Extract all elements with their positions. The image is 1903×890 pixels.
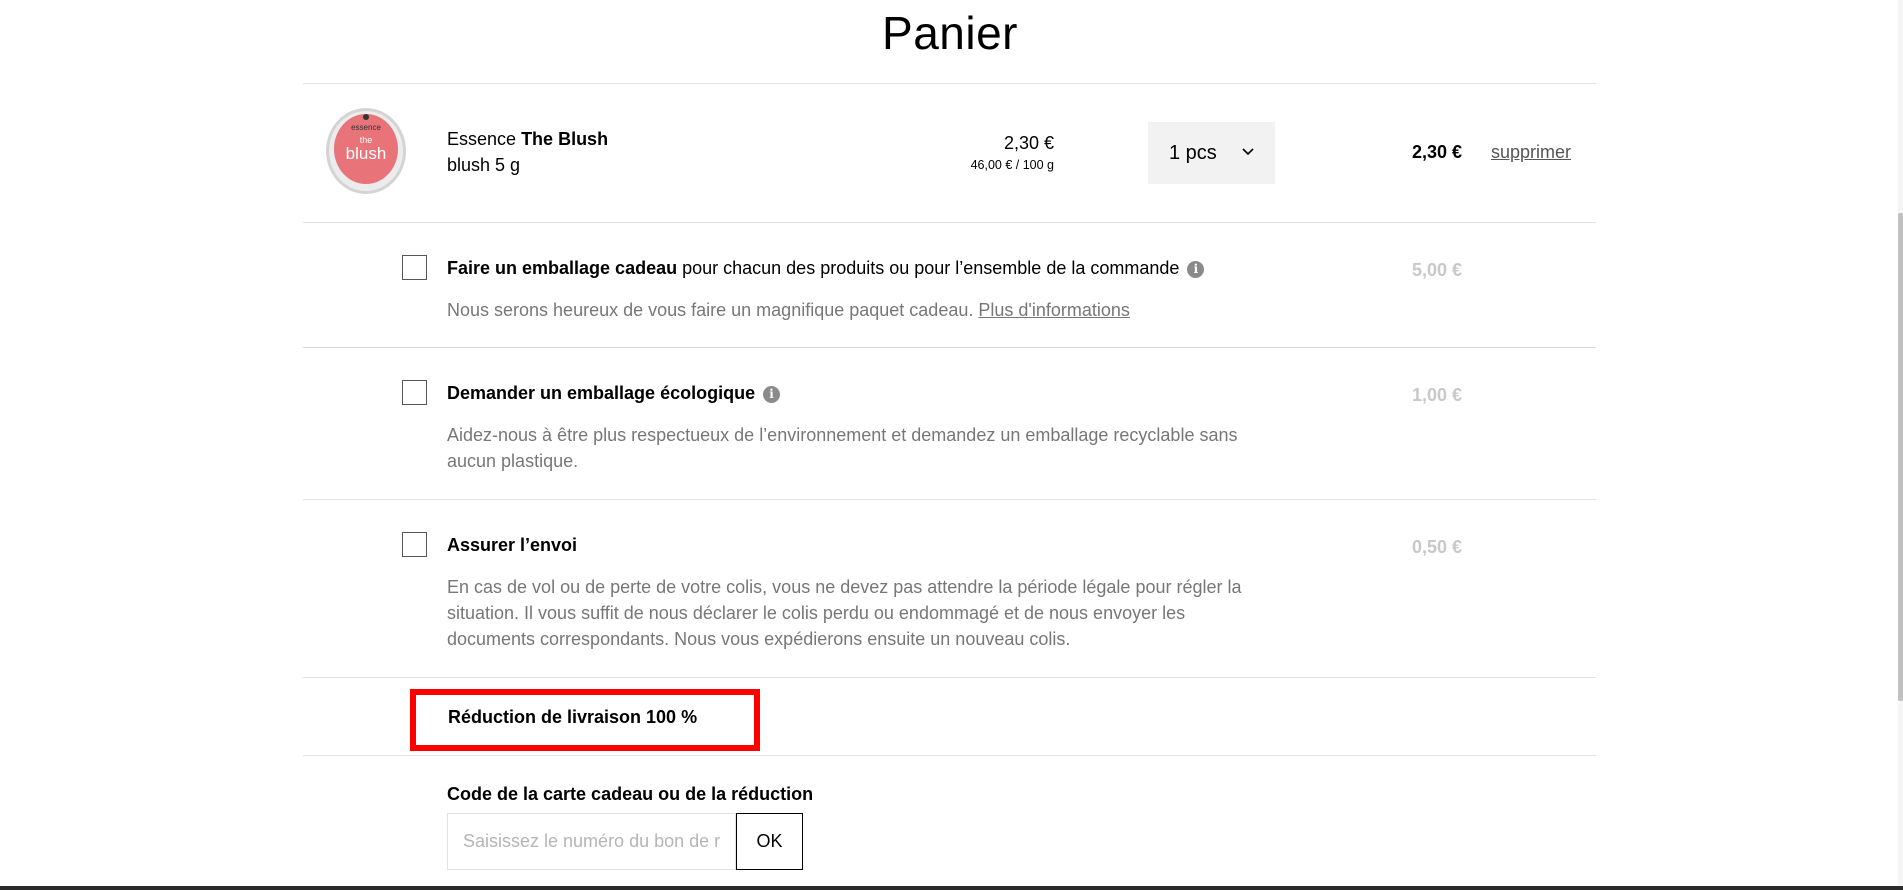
shipping-discount-text: Réduction de livraison 100 % [448, 707, 698, 727]
product-name[interactable]: Essence The Blush [447, 129, 608, 150]
gift-wrap-description: Nous serons heureux de vous faire un mag… [447, 297, 1277, 323]
quantity-select[interactable]: 1 pcs [1148, 122, 1275, 184]
insurance-description: En cas de vol ou de perte de votre colis… [447, 577, 1242, 649]
product-image-name: blush [346, 144, 387, 163]
chevron-down-icon [1242, 148, 1254, 156]
info-icon[interactable]: i [763, 386, 781, 403]
product-brand: Essence [447, 129, 517, 149]
gift-wrap-desc-text: Nous serons heureux de vous faire un mag… [447, 300, 974, 320]
divider [303, 222, 1596, 223]
eco-packaging-checkbox[interactable] [402, 380, 427, 405]
eco-packaging-title: Demander un emballage écologique i [447, 383, 781, 404]
divider [303, 347, 1596, 348]
gift-wrap-title-rest: pour chacun des produits ou pour l’ensem… [677, 258, 1180, 278]
bottom-bar [0, 886, 1903, 890]
product-description: blush 5 g [447, 155, 521, 175]
divider [303, 499, 1596, 500]
page-title: Panier [882, 7, 1018, 59]
voucher-input[interactable] [447, 813, 736, 870]
scrollbar-thumb[interactable] [1898, 213, 1903, 701]
gift-wrap-title-bold: Faire un emballage cadeau [447, 258, 678, 278]
insurance-checkbox[interactable] [402, 532, 427, 557]
unit-price: 2,30 € [1003, 133, 1054, 153]
line-total: 2,30 € [1411, 142, 1462, 162]
gift-wrap-checkbox[interactable] [402, 255, 427, 280]
gift-wrap-price: 5,00 € [1411, 260, 1462, 280]
voucher-ok-button[interactable]: OK [736, 813, 803, 870]
gift-wrap-title: Faire un emballage cadeau pour chacun de… [447, 258, 1205, 279]
insurance-title: Assurer l’envoi [447, 535, 578, 555]
product-image-brand: essence [351, 123, 381, 132]
product-title: The Blush [521, 129, 609, 149]
divider [303, 83, 1596, 84]
unit-reference-price: 46,00 € / 100 g [970, 158, 1054, 172]
more-info-link[interactable]: Plus d'informations [978, 300, 1130, 320]
eco-packaging-title-text: Demander un emballage écologique [447, 383, 756, 403]
divider [303, 755, 1596, 756]
divider [303, 677, 1596, 678]
product-image[interactable]: essence the blush [325, 105, 407, 195]
voucher-label: Code de la carte cadeau ou de la réducti… [447, 784, 814, 804]
remove-item-link[interactable]: supprimer [1491, 142, 1571, 163]
eco-packaging-price: 1,00 € [1411, 385, 1462, 405]
insurance-price: 0,50 € [1411, 537, 1462, 557]
quantity-value: 1 pcs [1169, 141, 1217, 164]
eco-packaging-description: Aidez-nous à être plus respectueux de l’… [447, 425, 1238, 471]
info-icon[interactable]: i [1187, 261, 1205, 278]
